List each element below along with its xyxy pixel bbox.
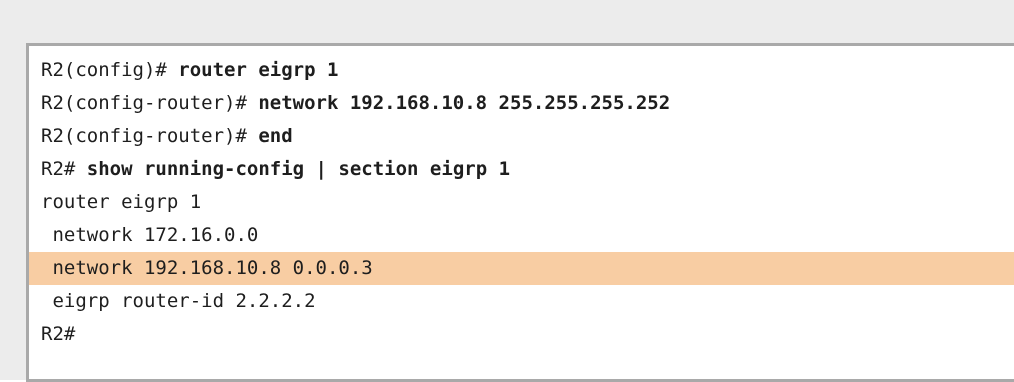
cli-prompt: R2# — [41, 158, 87, 180]
terminal-line-3: R2(config-router)# end — [29, 120, 1014, 153]
cli-command: end — [258, 125, 293, 147]
cli-command: network 192.168.10.8 255.255.255.252 — [258, 92, 671, 114]
terminal-line-4: R2# show running-config | section eigrp … — [29, 153, 1014, 186]
screenshot-frame: R2(config)# router eigrp 1 R2(config-rou… — [0, 0, 1014, 382]
terminal-line-1: R2(config)# router eigrp 1 — [29, 54, 1014, 87]
cli-prompt: R2(config-router)# — [41, 92, 259, 114]
terminal-line-9: R2# — [29, 318, 1014, 351]
cli-output-box: R2(config)# router eigrp 1 R2(config-rou… — [26, 43, 1014, 382]
cli-output: router eigrp 1 — [41, 191, 202, 213]
terminal-line-2: R2(config-router)# network 192.168.10.8 … — [29, 87, 1014, 120]
cli-output: network 192.168.10.8 0.0.0.3 — [41, 257, 373, 279]
terminal-line-6: network 172.16.0.0 — [29, 219, 1014, 252]
cli-prompt: R2# — [41, 323, 76, 345]
cli-command: router eigrp 1 — [178, 59, 339, 81]
cli-output: network 172.16.0.0 — [41, 224, 259, 246]
terminal-line-8: eigrp router-id 2.2.2.2 — [29, 285, 1014, 318]
cli-command: show running-config | section eigrp 1 — [86, 158, 511, 180]
cli-prompt: R2(config-router)# — [41, 125, 259, 147]
terminal-line-7-highlighted: network 192.168.10.8 0.0.0.3 — [29, 252, 1014, 285]
cli-prompt: R2(config)# — [41, 59, 179, 81]
terminal-line-5: router eigrp 1 — [29, 186, 1014, 219]
cli-output: eigrp router-id 2.2.2.2 — [41, 290, 316, 312]
